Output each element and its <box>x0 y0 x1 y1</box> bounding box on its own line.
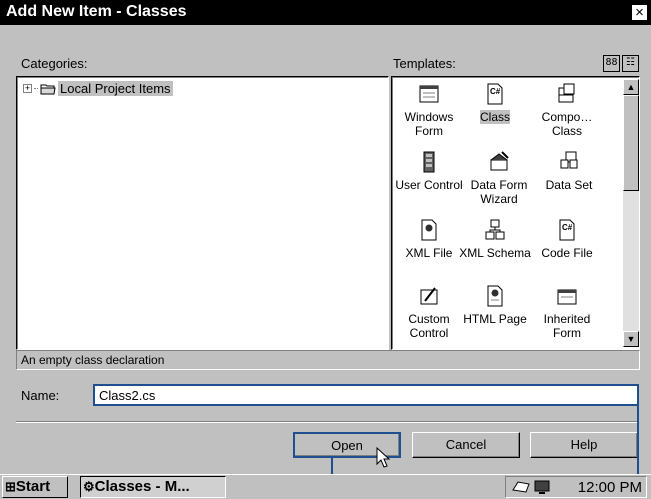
template-label: Compo… Class <box>541 110 593 138</box>
folder-icon <box>40 83 56 95</box>
close-button[interactable]: × <box>631 4 648 21</box>
network-icon[interactable] <box>532 480 552 499</box>
code-file-icon: C# <box>556 218 578 242</box>
templates-scrollbar[interactable]: ▲ ▼ <box>623 79 639 347</box>
start-label: Start <box>15 478 51 495</box>
component-class-icon <box>556 82 578 106</box>
template-label: Data Form Wizard <box>470 178 528 206</box>
tree-connector <box>34 88 38 89</box>
template-user-control[interactable]: User Control <box>392 150 466 192</box>
template-label: Code File <box>541 246 593 260</box>
tree-item-local-project-items[interactable]: + Local Project Items <box>23 81 173 96</box>
volume-icon[interactable] <box>512 480 532 497</box>
scroll-up-button[interactable]: ▲ <box>623 79 639 95</box>
custom-control-icon <box>418 284 440 308</box>
template-description: An empty class declaration <box>16 350 640 370</box>
window-title: Add New Item - Classes <box>6 3 187 20</box>
template-html-page[interactable]: HTML Page <box>458 284 532 326</box>
windows-logo-icon: ⊞ <box>5 479 16 494</box>
template-label: Data Set <box>545 178 593 192</box>
list-view-button[interactable]: ☷ <box>622 55 639 72</box>
large-icons-view-button[interactable]: 88 <box>603 55 620 72</box>
divider <box>16 421 638 423</box>
inherited-form-icon <box>556 284 578 308</box>
template-label: Custom Control <box>408 312 450 340</box>
template-label: XML Schema <box>459 246 531 260</box>
template-class[interactable]: C# Class <box>458 82 532 124</box>
windows-form-icon <box>418 82 440 106</box>
data-set-icon <box>558 150 580 174</box>
user-control-icon <box>418 150 440 174</box>
task-label: Classes - M... <box>94 478 190 495</box>
system-tray: 12:00 PM <box>505 476 647 498</box>
scroll-thumb[interactable] <box>623 95 639 191</box>
xml-schema-icon <box>484 218 506 242</box>
template-data-form-wizard[interactable]: Data Form Wizard <box>462 150 536 206</box>
title-bar: Add New Item - Classes × <box>0 0 651 25</box>
template-inherited-form[interactable]: Inherited Form <box>530 284 604 340</box>
svg-text:C#: C# <box>562 223 573 232</box>
vs-app-icon: ⚙ <box>83 479 95 494</box>
template-label: Windows Form <box>404 110 454 138</box>
template-xml-file[interactable]: XML File <box>392 218 466 260</box>
xml-file-icon <box>418 218 440 242</box>
name-label: Name: <box>21 388 60 403</box>
template-label: XML File <box>405 246 453 260</box>
cancel-button[interactable]: Cancel <box>412 432 520 458</box>
tree-expander[interactable]: + <box>23 84 32 93</box>
clock: 12:00 PM <box>577 479 642 496</box>
svg-text:C#: C# <box>490 87 501 96</box>
categories-label: Categories: <box>21 56 88 71</box>
data-form-wizard-icon <box>488 150 510 174</box>
template-windows-form[interactable]: Windows Form <box>392 82 466 138</box>
categories-tree[interactable]: + Local Project Items <box>16 76 389 350</box>
template-xml-schema[interactable]: XML Schema <box>458 218 532 260</box>
template-label: HTML Page <box>463 312 527 326</box>
html-page-icon <box>484 284 506 308</box>
tree-item-label: Local Project Items <box>58 81 173 96</box>
taskbar: ⊞Start ⚙Classes - M... 12:00 PM <box>0 474 651 498</box>
templates-label: Templates: <box>393 56 456 71</box>
mouse-cursor-icon <box>376 446 392 472</box>
taskbar-task-classes[interactable]: ⚙Classes - M... <box>80 476 226 498</box>
template-custom-control[interactable]: Custom Control <box>392 284 466 340</box>
class-cs-icon: C# <box>484 82 506 106</box>
templates-grid: Windows Form C# Class Compo… Class User … <box>392 78 622 348</box>
template-component-class[interactable]: Compo… Class <box>530 82 604 138</box>
scroll-down-button[interactable]: ▼ <box>623 331 639 347</box>
help-button[interactable]: Help <box>530 432 638 458</box>
template-label: Inherited Form <box>543 312 591 340</box>
template-label: Class <box>479 110 510 124</box>
template-data-set[interactable]: Data Set <box>532 150 606 192</box>
template-label: User Control <box>395 178 463 192</box>
name-input[interactable] <box>93 384 639 406</box>
template-code-file[interactable]: C# Code File <box>530 218 604 260</box>
start-button[interactable]: ⊞Start <box>2 476 68 498</box>
